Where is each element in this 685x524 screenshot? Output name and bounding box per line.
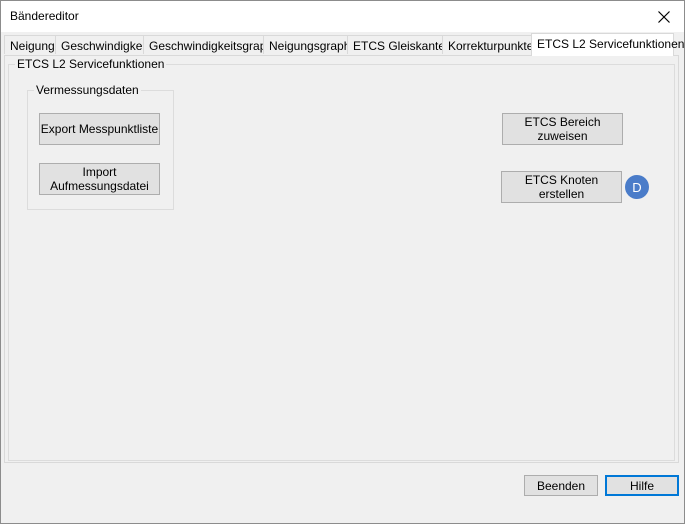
etcs-knoten-erstellen-button[interactable]: ETCS Knoten erstellen <box>501 171 622 203</box>
tab-neigung[interactable]: Neigung <box>4 35 56 54</box>
beenden-button[interactable]: Beenden <box>524 475 598 496</box>
tab-panel: ETCS L2 Servicefunktionen Vermessungsdat… <box>4 55 679 463</box>
import-aufmessungsdatei-button[interactable]: Import Aufmessungsdatei <box>39 163 160 195</box>
export-messpunktliste-button[interactable]: Export Messpunktliste <box>39 113 160 145</box>
import-button-line2: Aufmessungsdatei <box>50 179 149 193</box>
vermessungsdaten-title: Vermessungsdaten <box>34 83 141 97</box>
etcs-l2-group-title: ETCS L2 Servicefunktionen <box>15 57 167 71</box>
import-button-line1: Import <box>82 165 117 179</box>
tab-korrekturpunkte[interactable]: Korrekturpunkte <box>442 35 533 54</box>
close-icon <box>658 10 670 23</box>
tab-geschwindigkeit[interactable]: Geschwindigkeit <box>55 35 148 54</box>
vermessungsdaten-groupbox: Vermessungsdaten Export Messpunktliste I… <box>27 83 174 210</box>
dialog-window: Bändereditor Neigung Geschwindigkeit Ges… <box>0 0 685 524</box>
hilfe-button[interactable]: Hilfe <box>605 475 679 496</box>
etcs-bereich-zuweisen-button[interactable]: ETCS Bereich zuweisen <box>502 113 623 145</box>
etcs-l2-groupbox: ETCS L2 Servicefunktionen Vermessungsdat… <box>8 57 675 461</box>
window-title: Bändereditor <box>10 9 79 23</box>
tab-geschwindigkeitsgraph[interactable]: Geschwindigkeitsgraph <box>143 35 273 54</box>
tab-etcs-l2-servicefunktionen[interactable]: ETCS L2 Servicefunktionen <box>531 33 684 56</box>
tab-neigungsgraph[interactable]: Neigungsgraph <box>263 35 350 54</box>
title-bar[interactable]: Bändereditor <box>1 1 684 32</box>
close-button[interactable] <box>644 1 684 32</box>
tab-etcs-gleiskanten[interactable]: ETCS Gleiskanten <box>347 35 452 54</box>
annotation-badge: D <box>625 175 649 199</box>
